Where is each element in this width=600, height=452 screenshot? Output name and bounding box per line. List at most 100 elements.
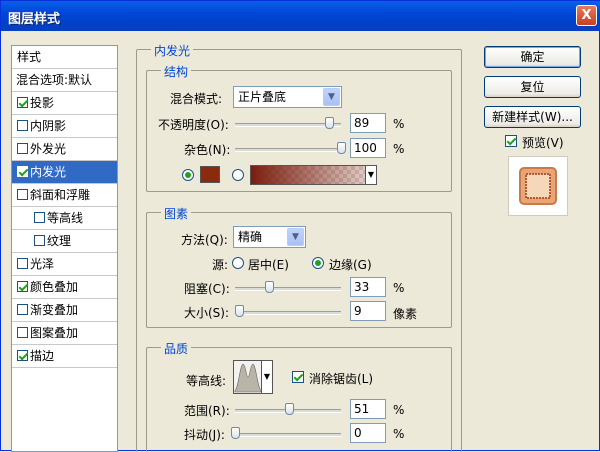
- sidebar-item-label: 颜色叠加: [30, 280, 79, 294]
- outer-glow-checkbox[interactable]: [17, 143, 28, 154]
- contour-curve-icon: [234, 361, 262, 393]
- opacity-unit: %: [393, 117, 405, 131]
- size-input[interactable]: 9: [350, 301, 386, 321]
- blend-mode-label: 混合模式:: [170, 92, 223, 106]
- antialias-label[interactable]: 消除锯齿(L): [309, 370, 373, 387]
- window-title: 图层样式: [8, 12, 61, 27]
- sidebar-item-label: 光泽: [30, 257, 55, 271]
- sidebar-item-outer-glow[interactable]: 外发光: [12, 138, 117, 161]
- jitter-label: 抖动(J):: [184, 428, 225, 442]
- opacity-slider-thumb[interactable]: [324, 117, 334, 129]
- blend-mode-select[interactable]: 正片叠底 ▼: [233, 86, 342, 108]
- contour-label: 等高线:: [186, 374, 227, 388]
- jitter-input[interactable]: 0: [350, 423, 386, 443]
- noise-label: 杂色(N):: [184, 143, 231, 157]
- sidebar-item-color-overlay[interactable]: 颜色叠加: [12, 276, 117, 299]
- solid-color-radio[interactable]: [182, 169, 194, 181]
- choke-unit: %: [393, 281, 405, 295]
- sidebar-item-gradient-overlay[interactable]: 渐变叠加: [12, 299, 117, 322]
- source-edge-radio[interactable]: [312, 257, 324, 269]
- method-label: 方法(Q):: [181, 233, 228, 247]
- antialias-checkbox[interactable]: [292, 371, 304, 383]
- structure-title: 结构: [161, 63, 192, 80]
- size-slider-track[interactable]: [235, 311, 341, 315]
- gradient-overlay-checkbox[interactable]: [17, 304, 28, 315]
- contour-checkbox[interactable]: [34, 212, 45, 223]
- sidebar-item-stroke[interactable]: 描边: [12, 345, 117, 368]
- sidebar-item-label: 描边: [30, 349, 55, 363]
- sidebar-item-label: 等高线: [47, 211, 84, 225]
- contour-picker[interactable]: ▼: [233, 360, 273, 394]
- bevel-emboss-checkbox[interactable]: [17, 189, 28, 200]
- satin-checkbox[interactable]: [17, 258, 28, 269]
- layer-style-dialog: 图层样式 X 样式 混合选项:默认 投影 内阴影 外发光 内发光 斜面和浮雕 等…: [0, 0, 600, 452]
- sidebar-item-satin[interactable]: 光泽: [12, 253, 117, 276]
- ok-button[interactable]: 确定: [484, 46, 581, 68]
- choke-label: 阻塞(C):: [184, 282, 230, 296]
- sidebar-item-label: 纹理: [47, 234, 72, 248]
- inner-shadow-checkbox[interactable]: [17, 120, 28, 131]
- gradient-radio[interactable]: [232, 169, 244, 181]
- inner-glow-checkbox[interactable]: [17, 166, 28, 177]
- inner-glow-title: 内发光: [151, 42, 194, 59]
- jitter-slider-track[interactable]: [235, 433, 341, 437]
- choke-slider-thumb[interactable]: [265, 281, 275, 293]
- opacity-label: 不透明度(O):: [158, 118, 229, 132]
- sidebar-item-label: 渐变叠加: [30, 303, 79, 317]
- method-select[interactable]: 精确 ▼: [233, 226, 306, 248]
- close-button[interactable]: X: [576, 5, 597, 26]
- sidebar-item-inner-shadow[interactable]: 内阴影: [12, 115, 117, 138]
- glow-color-swatch[interactable]: [200, 166, 220, 183]
- method-value: 精确: [238, 230, 263, 244]
- color-overlay-checkbox[interactable]: [17, 281, 28, 292]
- sidebar-item-texture[interactable]: 纹理: [12, 230, 117, 253]
- jitter-slider-thumb[interactable]: [230, 427, 240, 439]
- chevron-down-icon: ▼: [365, 166, 376, 184]
- range-slider-thumb[interactable]: [284, 403, 294, 415]
- preview-label[interactable]: 预览(V): [522, 134, 564, 151]
- title-bar: 图层样式 X: [1, 1, 600, 31]
- sidebar-item-label: 斜面和浮雕: [30, 188, 91, 202]
- noise-slider-thumb[interactable]: [336, 142, 346, 154]
- source-label: 源:: [212, 258, 229, 272]
- sidebar-item-label: 内发光: [30, 165, 67, 179]
- style-list: 样式 混合选项:默认 投影 内阴影 外发光 内发光 斜面和浮雕 等高线 纹理 光…: [11, 45, 118, 452]
- pattern-overlay-checkbox[interactable]: [17, 327, 28, 338]
- new-style-button[interactable]: 新建样式(W)...: [484, 106, 581, 128]
- preview-thumbnail-icon: [519, 167, 557, 205]
- reset-button[interactable]: 复位: [484, 76, 581, 98]
- texture-checkbox[interactable]: [34, 235, 45, 246]
- blend-mode-value: 正片叠底: [238, 90, 287, 104]
- range-unit: %: [393, 403, 405, 417]
- chevron-down-icon: ▼: [287, 228, 304, 246]
- range-label: 范围(R):: [184, 404, 230, 418]
- noise-unit: %: [393, 142, 405, 156]
- opacity-input[interactable]: 89: [350, 113, 386, 133]
- source-center-label[interactable]: 居中(E): [248, 256, 289, 273]
- sidebar-item-label: 投影: [30, 96, 55, 110]
- quality-title: 品质: [161, 340, 192, 357]
- style-preview: [508, 156, 568, 216]
- preview-checkbox[interactable]: [505, 135, 517, 147]
- sidebar-item-pattern-overlay[interactable]: 图案叠加: [12, 322, 117, 345]
- choke-input[interactable]: 33: [350, 277, 386, 297]
- size-slider-thumb[interactable]: [234, 305, 244, 317]
- chevron-down-icon: ▼: [261, 361, 272, 393]
- elements-title: 图素: [161, 205, 192, 222]
- choke-slider-track[interactable]: [235, 287, 341, 291]
- gradient-picker[interactable]: ▼: [250, 165, 377, 185]
- range-input[interactable]: 51: [350, 399, 386, 419]
- sidebar-item-label: 内阴影: [30, 119, 67, 133]
- sidebar-item-drop-shadow[interactable]: 投影: [12, 92, 117, 115]
- drop-shadow-checkbox[interactable]: [17, 97, 28, 108]
- noise-slider-track[interactable]: [235, 148, 341, 152]
- style-list-header[interactable]: 样式: [12, 46, 117, 69]
- stroke-checkbox[interactable]: [17, 350, 28, 361]
- sidebar-item-bevel-emboss[interactable]: 斜面和浮雕: [12, 184, 117, 207]
- source-center-radio[interactable]: [232, 257, 244, 269]
- sidebar-item-blending-options[interactable]: 混合选项:默认: [12, 69, 117, 92]
- sidebar-item-inner-glow[interactable]: 内发光: [12, 161, 117, 184]
- source-edge-label[interactable]: 边缘(G): [329, 256, 372, 273]
- sidebar-item-contour[interactable]: 等高线: [12, 207, 117, 230]
- noise-input[interactable]: 100: [350, 138, 386, 158]
